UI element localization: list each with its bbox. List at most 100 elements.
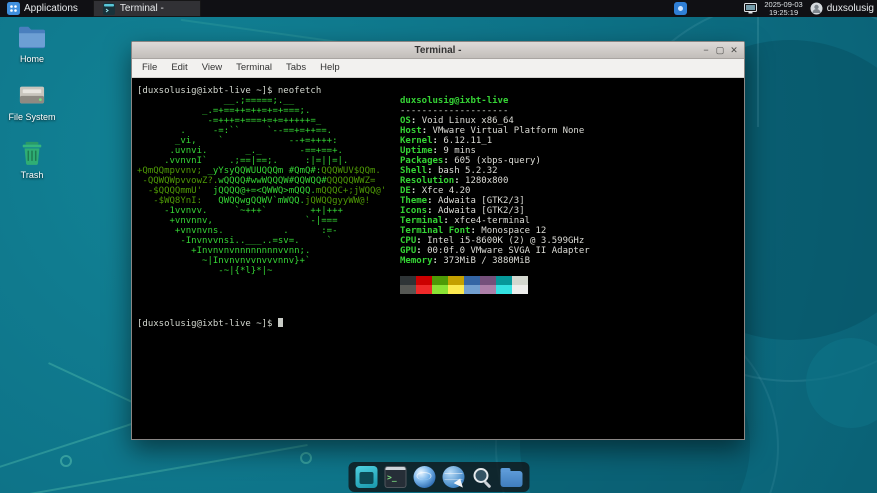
palette-swatch [512, 276, 528, 285]
desktop-icon-trash[interactable]: Trash [0, 140, 64, 180]
palette-swatch [464, 285, 480, 294]
background-decoration [300, 452, 312, 464]
ascii-art-line: -QQWQWpvvowZ?.wQQQQ#wwWQQQW#QQWQQ#QQQQQW… [137, 176, 386, 186]
minimize-button[interactable]: − [699, 43, 713, 58]
dock-item-terminal[interactable] [355, 466, 377, 488]
dock-item-console[interactable] [384, 466, 406, 488]
palette-swatch [448, 285, 464, 294]
ascii-art-line: .vvnvnI` .;==|==;. :|=||=|. [137, 156, 386, 166]
desktop: Applications Terminal - 2025-09-03 19:25… [0, 0, 877, 493]
ascii-art-line: .uvnvi. _._ -==+==+. [137, 146, 386, 156]
desktop-icon-label: Trash [0, 170, 64, 180]
window-controls: −▢✕ [699, 42, 741, 58]
neofetch-field: Host: VMware Virtual Platform None [400, 126, 590, 136]
menu-item-terminal[interactable]: Terminal [229, 59, 279, 77]
color-palette [400, 276, 590, 294]
applications-icon [7, 2, 20, 15]
ascii-art-line: +vnvnvns. . :=- [137, 226, 386, 236]
terminal-cursor [278, 318, 283, 327]
neofetch-field: DE: Xfce 4.20 [400, 186, 590, 196]
palette-swatch [496, 285, 512, 294]
palette-gap [400, 266, 590, 276]
palette-swatch [512, 285, 528, 294]
shell-prompt: [duxsolusig@ixbt-live ~]$ [137, 86, 278, 96]
palette-swatch [496, 276, 512, 285]
palette-swatch [432, 285, 448, 294]
neofetch-field: Packages: 605 (xbps-query) [400, 156, 590, 166]
ascii-art-line: +Invnvnvnnnnnnnnvvnn;. [137, 246, 386, 256]
maximize-button[interactable]: ▢ [713, 43, 727, 58]
ascii-art-line: +QmQQmpvvnv; _yYsyQQWUUQQQm #QmQ#:QQQWUV… [137, 166, 386, 176]
palette-swatch [400, 285, 416, 294]
palette-swatch [480, 276, 496, 285]
close-button[interactable]: ✕ [727, 43, 741, 58]
palette-swatch [416, 276, 432, 285]
terminal-window: Terminal - −▢✕ FileEditViewTerminalTabsH… [131, 41, 745, 440]
top-panel: Applications Terminal - 2025-09-03 19:25… [0, 0, 877, 17]
taskbar-window-label: Terminal - [120, 3, 164, 14]
shell-command: neofetch [278, 86, 321, 96]
ascii-art-line: -~|{*l}*|~ [137, 266, 386, 276]
shell-prompt: [duxsolusig@ixbt-live ~]$ [137, 319, 278, 329]
dock-item-web-browser[interactable] [442, 466, 464, 488]
ascii-art-line: -Invnvvnsi..___..=sv=. ` [137, 236, 386, 246]
dock-item-application-finder[interactable] [471, 466, 493, 488]
desktop-icon-label: Home [0, 54, 64, 64]
applications-menu-button[interactable]: Applications [0, 0, 85, 17]
web-browser-icon [442, 466, 464, 488]
neofetch-field: OS: Void Linux x86_64 [400, 116, 590, 126]
palette-row-bright [400, 285, 590, 294]
neofetch-field: Uptime: 9 mins [400, 146, 590, 156]
user-actions-button[interactable]: duxsolusig [810, 2, 874, 15]
tray-icon[interactable] [674, 2, 687, 15]
menu-item-view[interactable]: View [195, 59, 229, 77]
dock [348, 462, 529, 492]
desktop-icon-home[interactable]: Home [0, 24, 64, 64]
hard-drive-icon [17, 82, 47, 108]
application-finder-icon [471, 466, 493, 488]
palette-swatch [448, 276, 464, 285]
terminal-screen[interactable]: [duxsolusig@ixbt-live ~]$ neofetch __.;=… [132, 78, 744, 439]
palette-row-normal [400, 276, 590, 285]
ascii-art-line: . -=:`` `--==+=++==. [137, 126, 386, 136]
neofetch-field: Icons: Adwaita [GTK2/3] [400, 206, 590, 216]
ascii-art-line: -$QQQQmmU' jQQQQ@+=<QWWQ>mQQQ.mQQQC+;jWQ… [137, 186, 386, 196]
display-icon[interactable] [744, 3, 757, 15]
console-icon [384, 466, 406, 488]
ascii-art-line: __.;=====;.__ [137, 96, 386, 106]
menu-item-file[interactable]: File [135, 59, 164, 77]
menu-item-help[interactable]: Help [313, 59, 347, 77]
menu-item-edit[interactable]: Edit [164, 59, 194, 77]
terminal-icon [355, 466, 377, 488]
neofetch-field: GPU: 00:0f.0 VMware SVGA II Adapter [400, 246, 590, 256]
panel-clock[interactable]: 2025-09-03 19:25:19 [764, 1, 802, 17]
ascii-art-line: +vnvnnv, `-|=== [137, 216, 386, 226]
ascii-art-line: -$WQ8YnI: QWQQwgQQWV`mWQQ.jQWQQgyyWW@! [137, 196, 386, 206]
clock-time: 19:25:19 [769, 9, 798, 17]
browser-icon [413, 466, 435, 488]
neofetch-ascii-art: __.;=====;.__ _.=+==++=++=+=+===;. -=+++… [137, 96, 386, 276]
window-titlebar[interactable]: Terminal - −▢✕ [132, 42, 744, 59]
terminal-icon [103, 3, 115, 15]
neofetch-field: Resolution: 1280x800 [400, 176, 590, 186]
desktop-icon-file-system[interactable]: File System [0, 82, 64, 122]
palette-swatch [432, 276, 448, 285]
palette-swatch [464, 276, 480, 285]
terminal-new-prompt: [duxsolusig@ixbt-live ~]$ [137, 318, 283, 329]
file-manager-icon [500, 471, 522, 487]
desktop-icon-label: File System [0, 112, 64, 122]
trash-can-icon [19, 140, 45, 166]
neofetch-header: duxsolusig@ixbt-live [400, 96, 590, 106]
dock-item-browser[interactable] [413, 466, 435, 488]
menu-item-tabs[interactable]: Tabs [279, 59, 313, 77]
applications-menu-label: Applications [24, 3, 78, 14]
neofetch-field: Kernel: 6.12.11_1 [400, 136, 590, 146]
panel-status-area: 2025-09-03 19:25:19 duxsolusig [744, 0, 877, 17]
dock-item-file-manager[interactable] [500, 466, 522, 488]
menu-bar: FileEditViewTerminalTabsHelp [132, 59, 744, 78]
taskbar-window-button[interactable]: Terminal - [93, 0, 201, 17]
palette-swatch [416, 285, 432, 294]
home-folder-icon [17, 24, 47, 50]
background-decoration [12, 444, 308, 493]
palette-swatch [400, 276, 416, 285]
